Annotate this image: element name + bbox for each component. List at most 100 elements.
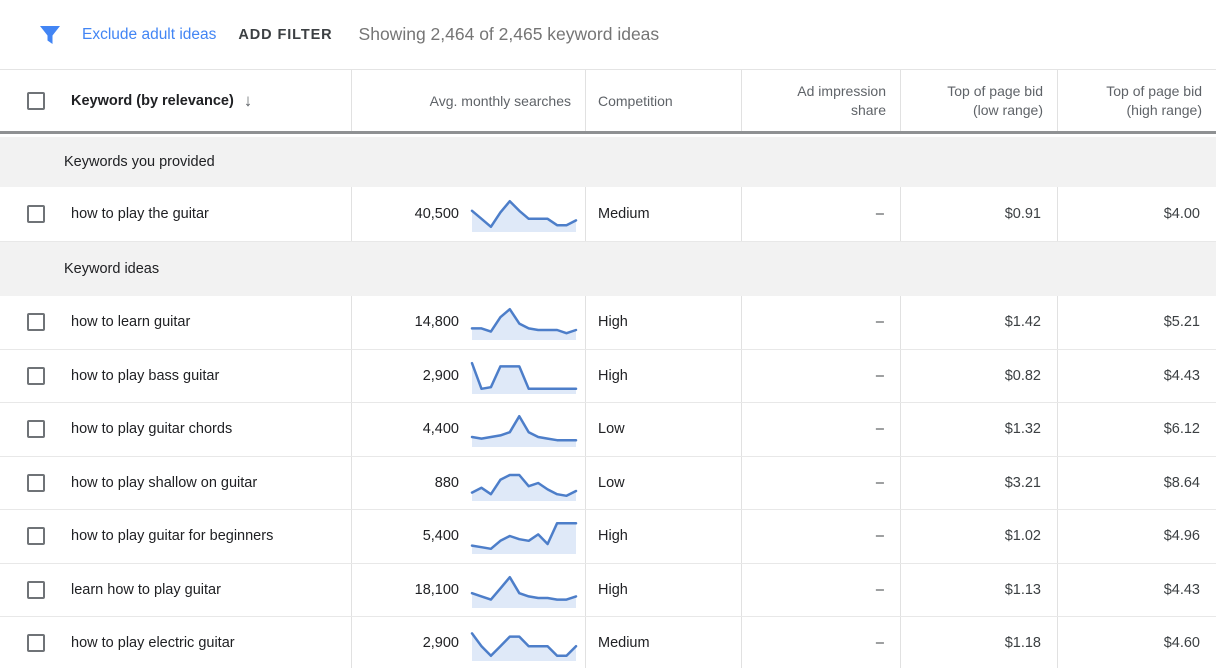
ad-impression-share-cell: – [742,510,901,563]
high-bid-cell: $6.12 [1058,403,1216,456]
avg-searches-cell: 14,800 [352,296,586,349]
search-trend-sparkline [469,516,579,556]
keyword-text: learn how to play guitar [71,582,221,598]
high-bid-cell: $5.21 [1058,296,1216,349]
ad-impression-share-cell: – [742,564,901,617]
competition-cell: Low [586,457,742,510]
keyword-cell: learn how to play guitar [0,564,352,617]
row-checkbox[interactable] [27,634,45,652]
header-ad-impression-share[interactable]: Ad impression share [742,70,901,131]
showing-count-text: Showing 2,464 of 2,465 keyword ideas [359,24,660,45]
low-bid-cell: $1.32 [901,403,1058,456]
header-avg-monthly-searches[interactable]: Avg. monthly searches [352,70,586,131]
keyword-text: how to learn guitar [71,314,190,330]
high-bid-cell: $4.43 [1058,350,1216,403]
high-bid-cell: $4.00 [1058,187,1216,241]
header-avg-label: Avg. monthly searches [430,93,571,109]
high-bid-cell: $8.64 [1058,457,1216,510]
search-trend-sparkline [469,302,579,342]
avg-searches-value: 18,100 [415,582,459,598]
table-header: Keyword (by relevance) ↓ Avg. monthly se… [0,70,1216,134]
keyword-cell: how to play shallow on guitar [0,457,352,510]
avg-searches-value: 14,800 [415,314,459,330]
keyword-text: how to play guitar chords [71,421,232,437]
avg-searches-cell: 2,900 [352,617,586,668]
low-bid-cell: $1.13 [901,564,1058,617]
ad-impression-share-cell: – [742,296,901,349]
ad-impression-share-cell: – [742,457,901,510]
header-competition-label: Competition [598,93,673,109]
search-trend-sparkline [469,356,579,396]
header-ad-impression-label: Ad impression share [768,82,886,120]
table-row: learn how to play guitar 18,100 High – $… [0,564,1216,618]
low-bid-cell: $1.18 [901,617,1058,668]
search-trend-sparkline [469,623,579,663]
section-keyword-ideas: Keyword ideas [0,242,1216,296]
competition-cell: High [586,564,742,617]
row-checkbox[interactable] [27,313,45,331]
header-top-of-page-bid-low[interactable]: Top of page bid (low range) [901,70,1058,131]
search-trend-sparkline [469,194,579,234]
ad-impression-share-cell: – [742,350,901,403]
header-competition[interactable]: Competition [586,70,742,131]
avg-searches-cell: 2,900 [352,350,586,403]
ad-impression-share-cell: – [742,403,901,456]
avg-searches-value: 4,400 [423,421,459,437]
competition-cell: Medium [586,187,742,241]
add-filter-button[interactable]: ADD FILTER [238,27,332,43]
competition-cell: Low [586,403,742,456]
table-row: how to play shallow on guitar 880 Low – … [0,457,1216,511]
avg-searches-value: 5,400 [423,528,459,544]
high-bid-cell: $4.96 [1058,510,1216,563]
row-checkbox[interactable] [27,205,45,223]
competition-cell: Medium [586,617,742,668]
row-checkbox[interactable] [27,474,45,492]
competition-cell: High [586,350,742,403]
keyword-cell: how to play guitar for beginners [0,510,352,563]
row-checkbox[interactable] [27,367,45,385]
competition-cell: High [586,510,742,563]
keyword-cell: how to learn guitar [0,296,352,349]
table-row: how to play bass guitar 2,900 High – $0.… [0,350,1216,404]
ad-impression-share-cell: – [742,617,901,668]
section-keywords-you-provided: Keywords you provided [0,137,1216,187]
avg-searches-value: 880 [435,475,459,491]
keyword-cell: how to play the guitar [0,187,352,241]
keyword-text: how to play the guitar [71,206,209,222]
avg-searches-value: 2,900 [423,635,459,651]
avg-searches-cell: 5,400 [352,510,586,563]
low-bid-cell: $1.42 [901,296,1058,349]
avg-searches-cell: 18,100 [352,564,586,617]
low-bid-cell: $0.91 [901,187,1058,241]
keyword-text: how to play shallow on guitar [71,475,257,491]
select-all-checkbox[interactable] [27,92,45,110]
keyword-cell: how to play guitar chords [0,403,352,456]
table-row: how to play guitar for beginners 5,400 H… [0,510,1216,564]
high-bid-cell: $4.43 [1058,564,1216,617]
search-trend-sparkline [469,570,579,610]
filter-toolbar: Exclude adult ideas ADD FILTER Showing 2… [0,0,1216,70]
avg-searches-value: 40,500 [415,206,459,222]
row-checkbox[interactable] [27,581,45,599]
header-keyword-label[interactable]: Keyword (by relevance) [71,93,234,109]
row-checkbox[interactable] [27,420,45,438]
header-high-bid-label: Top of page bid (high range) [1084,82,1202,120]
row-checkbox[interactable] [27,527,45,545]
avg-searches-value: 2,900 [423,368,459,384]
avg-searches-cell: 40,500 [352,187,586,241]
high-bid-cell: $4.60 [1058,617,1216,668]
keyword-text: how to play bass guitar [71,368,219,384]
filter-funnel-icon [38,22,62,48]
header-keyword: Keyword (by relevance) ↓ [0,70,352,131]
keyword-planner-results: Exclude adult ideas ADD FILTER Showing 2… [0,0,1216,668]
keyword-cell: how to play bass guitar [0,350,352,403]
header-low-bid-label: Top of page bid (low range) [925,82,1043,120]
exclude-adult-ideas-link[interactable]: Exclude adult ideas [82,26,216,44]
header-top-of-page-bid-high[interactable]: Top of page bid (high range) [1058,70,1216,131]
table-row: how to play electric guitar 2,900 Medium… [0,617,1216,668]
table-row: how to play the guitar 40,500 Medium – $… [0,187,1216,242]
ad-impression-share-cell: – [742,187,901,241]
sort-descending-icon[interactable]: ↓ [244,91,253,111]
table-row: how to learn guitar 14,800 High – $1.42 … [0,296,1216,350]
low-bid-cell: $1.02 [901,510,1058,563]
